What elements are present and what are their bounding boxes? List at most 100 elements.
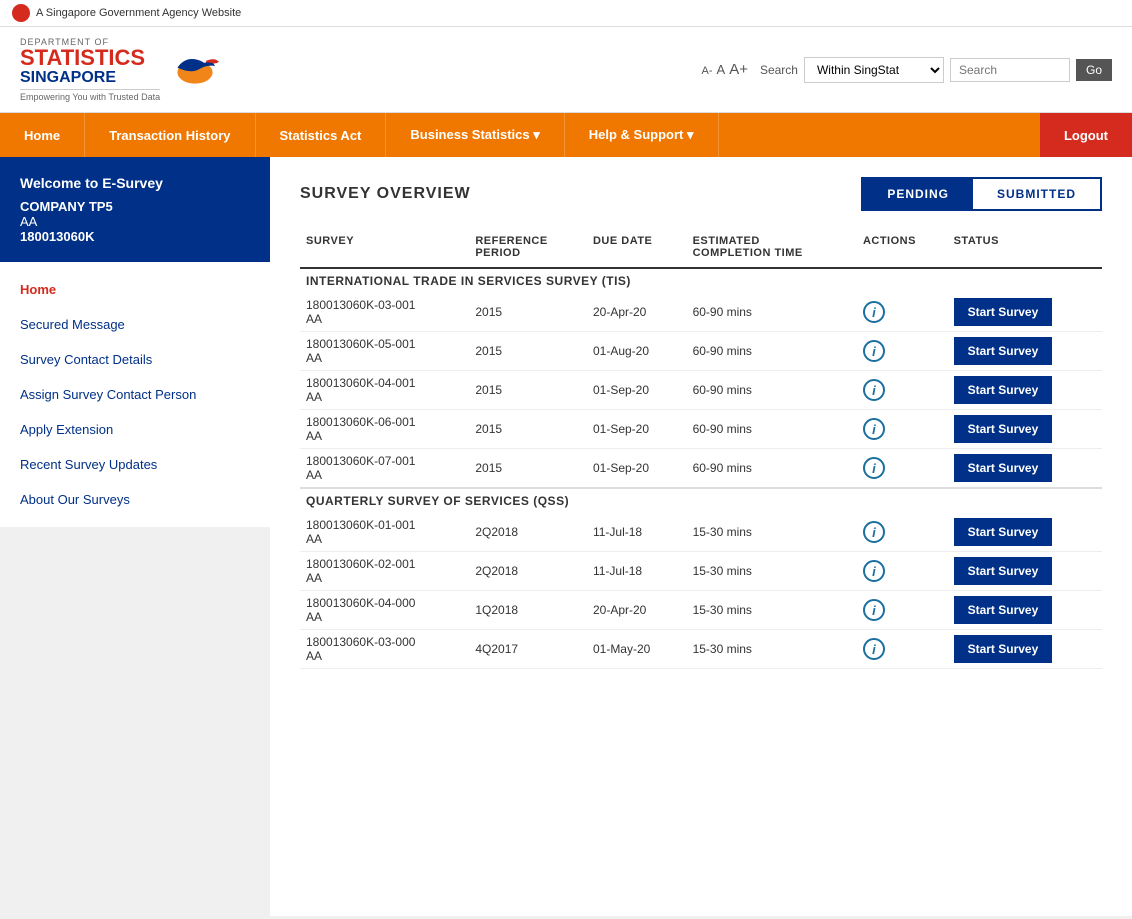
search-go-button[interactable]: Go [1076, 59, 1112, 81]
table-row: 180013060K-03-001AA 2015 20-Apr-20 60-90… [300, 293, 1102, 332]
survey-period: 2015 [469, 293, 587, 332]
sidebar-item-home[interactable]: Home [0, 272, 270, 307]
main-layout: Welcome to E-Survey COMPANY TP5 AA 18001… [0, 157, 1132, 916]
nav-transaction-history[interactable]: Transaction History [85, 113, 255, 157]
start-survey-button[interactable]: Start Survey [954, 557, 1053, 585]
sidebar-item-secured-message[interactable]: Secured Message [0, 307, 270, 342]
section-title-tis: INTERNATIONAL TRADE IN SERVICES SURVEY (… [300, 268, 1102, 293]
survey-ref: 180013060K-04-001AA [300, 371, 469, 410]
survey-period: 4Q2017 [469, 630, 587, 669]
main-content: SURVEY OVERVIEW PENDING SUBMITTED SURVEY… [270, 157, 1132, 916]
nav-business-statistics[interactable]: Business Statistics ▾ [386, 113, 564, 157]
tab-submitted[interactable]: SUBMITTED [973, 179, 1100, 209]
nav-logout[interactable]: Logout [1040, 113, 1132, 157]
survey-est-time: 60-90 mins [687, 449, 857, 489]
start-survey-button[interactable]: Start Survey [954, 298, 1053, 326]
col-reference-period: REFERENCEPERIOD [469, 227, 587, 268]
survey-overview-title: SURVEY OVERVIEW [300, 185, 471, 203]
survey-status: Start Survey [948, 630, 1102, 669]
main-nav: Home Transaction History Statistics Act … [0, 113, 1132, 157]
tab-pending[interactable]: PENDING [863, 179, 973, 209]
survey-period: 2015 [469, 332, 587, 371]
survey-due-date: 20-Apr-20 [587, 591, 687, 630]
start-survey-button[interactable]: Start Survey [954, 415, 1053, 443]
font-small[interactable]: A- [702, 65, 713, 77]
start-survey-button[interactable]: Start Survey [954, 454, 1053, 482]
info-icon[interactable]: i [863, 301, 885, 323]
sidebar-item-survey-contact-details[interactable]: Survey Contact Details [0, 342, 270, 377]
info-icon[interactable]: i [863, 599, 885, 621]
survey-actions: i [857, 332, 948, 371]
survey-status: Start Survey [948, 591, 1102, 630]
sidebar-reg-no: 180013060K [20, 229, 250, 244]
survey-period: 2015 [469, 410, 587, 449]
sidebar-item-assign-survey-contact[interactable]: Assign Survey Contact Person [0, 377, 270, 412]
info-icon[interactable]: i [863, 521, 885, 543]
survey-est-time: 15-30 mins [687, 591, 857, 630]
col-status: STATUS [948, 227, 1102, 268]
survey-actions: i [857, 371, 948, 410]
survey-actions: i [857, 513, 948, 552]
info-icon[interactable]: i [863, 379, 885, 401]
survey-est-time: 15-30 mins [687, 630, 857, 669]
start-survey-button[interactable]: Start Survey [954, 518, 1053, 546]
table-row: 180013060K-05-001AA 2015 01-Aug-20 60-90… [300, 332, 1102, 371]
survey-table: SURVEY REFERENCEPERIOD DUE DATE ESTIMATE… [300, 227, 1102, 669]
start-survey-button[interactable]: Start Survey [954, 376, 1053, 404]
survey-due-date: 11-Jul-18 [587, 513, 687, 552]
table-row: 180013060K-01-001AA 2Q2018 11-Jul-18 15-… [300, 513, 1102, 552]
survey-ref: 180013060K-07-001AA [300, 449, 469, 489]
survey-actions: i [857, 591, 948, 630]
survey-ref: 180013060K-05-001AA [300, 332, 469, 371]
survey-actions: i [857, 293, 948, 332]
survey-due-date: 01-Sep-20 [587, 371, 687, 410]
sidebar-item-recent-updates[interactable]: Recent Survey Updates [0, 447, 270, 482]
info-icon[interactable]: i [863, 638, 885, 660]
survey-due-date: 11-Jul-18 [587, 552, 687, 591]
section-title-qss: QUARTERLY SURVEY OF SERVICES (QSS) [300, 488, 1102, 513]
col-survey: SURVEY [300, 227, 469, 268]
font-size-controls: A- A A+ [702, 61, 748, 78]
section-header-tis: INTERNATIONAL TRADE IN SERVICES SURVEY (… [300, 268, 1102, 293]
info-icon[interactable]: i [863, 340, 885, 362]
table-row: 180013060K-04-001AA 2015 01-Sep-20 60-90… [300, 371, 1102, 410]
info-icon[interactable]: i [863, 418, 885, 440]
survey-period: 2Q2018 [469, 552, 587, 591]
sidebar-item-apply-extension[interactable]: Apply Extension [0, 412, 270, 447]
survey-actions: i [857, 410, 948, 449]
survey-due-date: 01-Sep-20 [587, 449, 687, 489]
survey-due-date: 01-May-20 [587, 630, 687, 669]
start-survey-button[interactable]: Start Survey [954, 635, 1053, 663]
info-icon[interactable]: i [863, 560, 885, 582]
col-due-date: DUE DATE [587, 227, 687, 268]
font-large[interactable]: A+ [729, 61, 748, 78]
section-header-qss: QUARTERLY SURVEY OF SERVICES (QSS) [300, 488, 1102, 513]
search-scope-dropdown[interactable]: Within SingStat [804, 57, 944, 83]
survey-period: 2015 [469, 371, 587, 410]
survey-status: Start Survey [948, 332, 1102, 371]
survey-ref: 180013060K-06-001AA [300, 410, 469, 449]
logo-area: DEPARTMENT OF STATISTICS SINGAPORE Empow… [20, 37, 220, 102]
col-actions: ACTIONS [857, 227, 948, 268]
nav-home[interactable]: Home [0, 113, 85, 157]
nav-statistics-act[interactable]: Statistics Act [256, 113, 387, 157]
start-survey-button[interactable]: Start Survey [954, 337, 1053, 365]
sidebar-item-about-surveys[interactable]: About Our Surveys [0, 482, 270, 517]
survey-ref: 180013060K-01-001AA [300, 513, 469, 552]
gov-banner-text: A Singapore Government Agency Website [36, 7, 241, 19]
survey-period: 1Q2018 [469, 591, 587, 630]
tab-buttons: PENDING SUBMITTED [861, 177, 1102, 211]
survey-status: Start Survey [948, 449, 1102, 489]
nav-help-support[interactable]: Help & Support ▾ [565, 113, 719, 157]
start-survey-button[interactable]: Start Survey [954, 596, 1053, 624]
sidebar: Welcome to E-Survey COMPANY TP5 AA 18001… [0, 157, 270, 916]
info-icon[interactable]: i [863, 457, 885, 479]
survey-est-time: 15-30 mins [687, 513, 857, 552]
search-input[interactable] [950, 58, 1070, 82]
font-mid[interactable]: A [717, 62, 726, 77]
table-row: 180013060K-03-000AA 4Q2017 01-May-20 15-… [300, 630, 1102, 669]
survey-status: Start Survey [948, 371, 1102, 410]
header: DEPARTMENT OF STATISTICS SINGAPORE Empow… [0, 27, 1132, 113]
sidebar-nav: Home Secured Message Survey Contact Deta… [0, 262, 270, 527]
survey-est-time: 60-90 mins [687, 293, 857, 332]
